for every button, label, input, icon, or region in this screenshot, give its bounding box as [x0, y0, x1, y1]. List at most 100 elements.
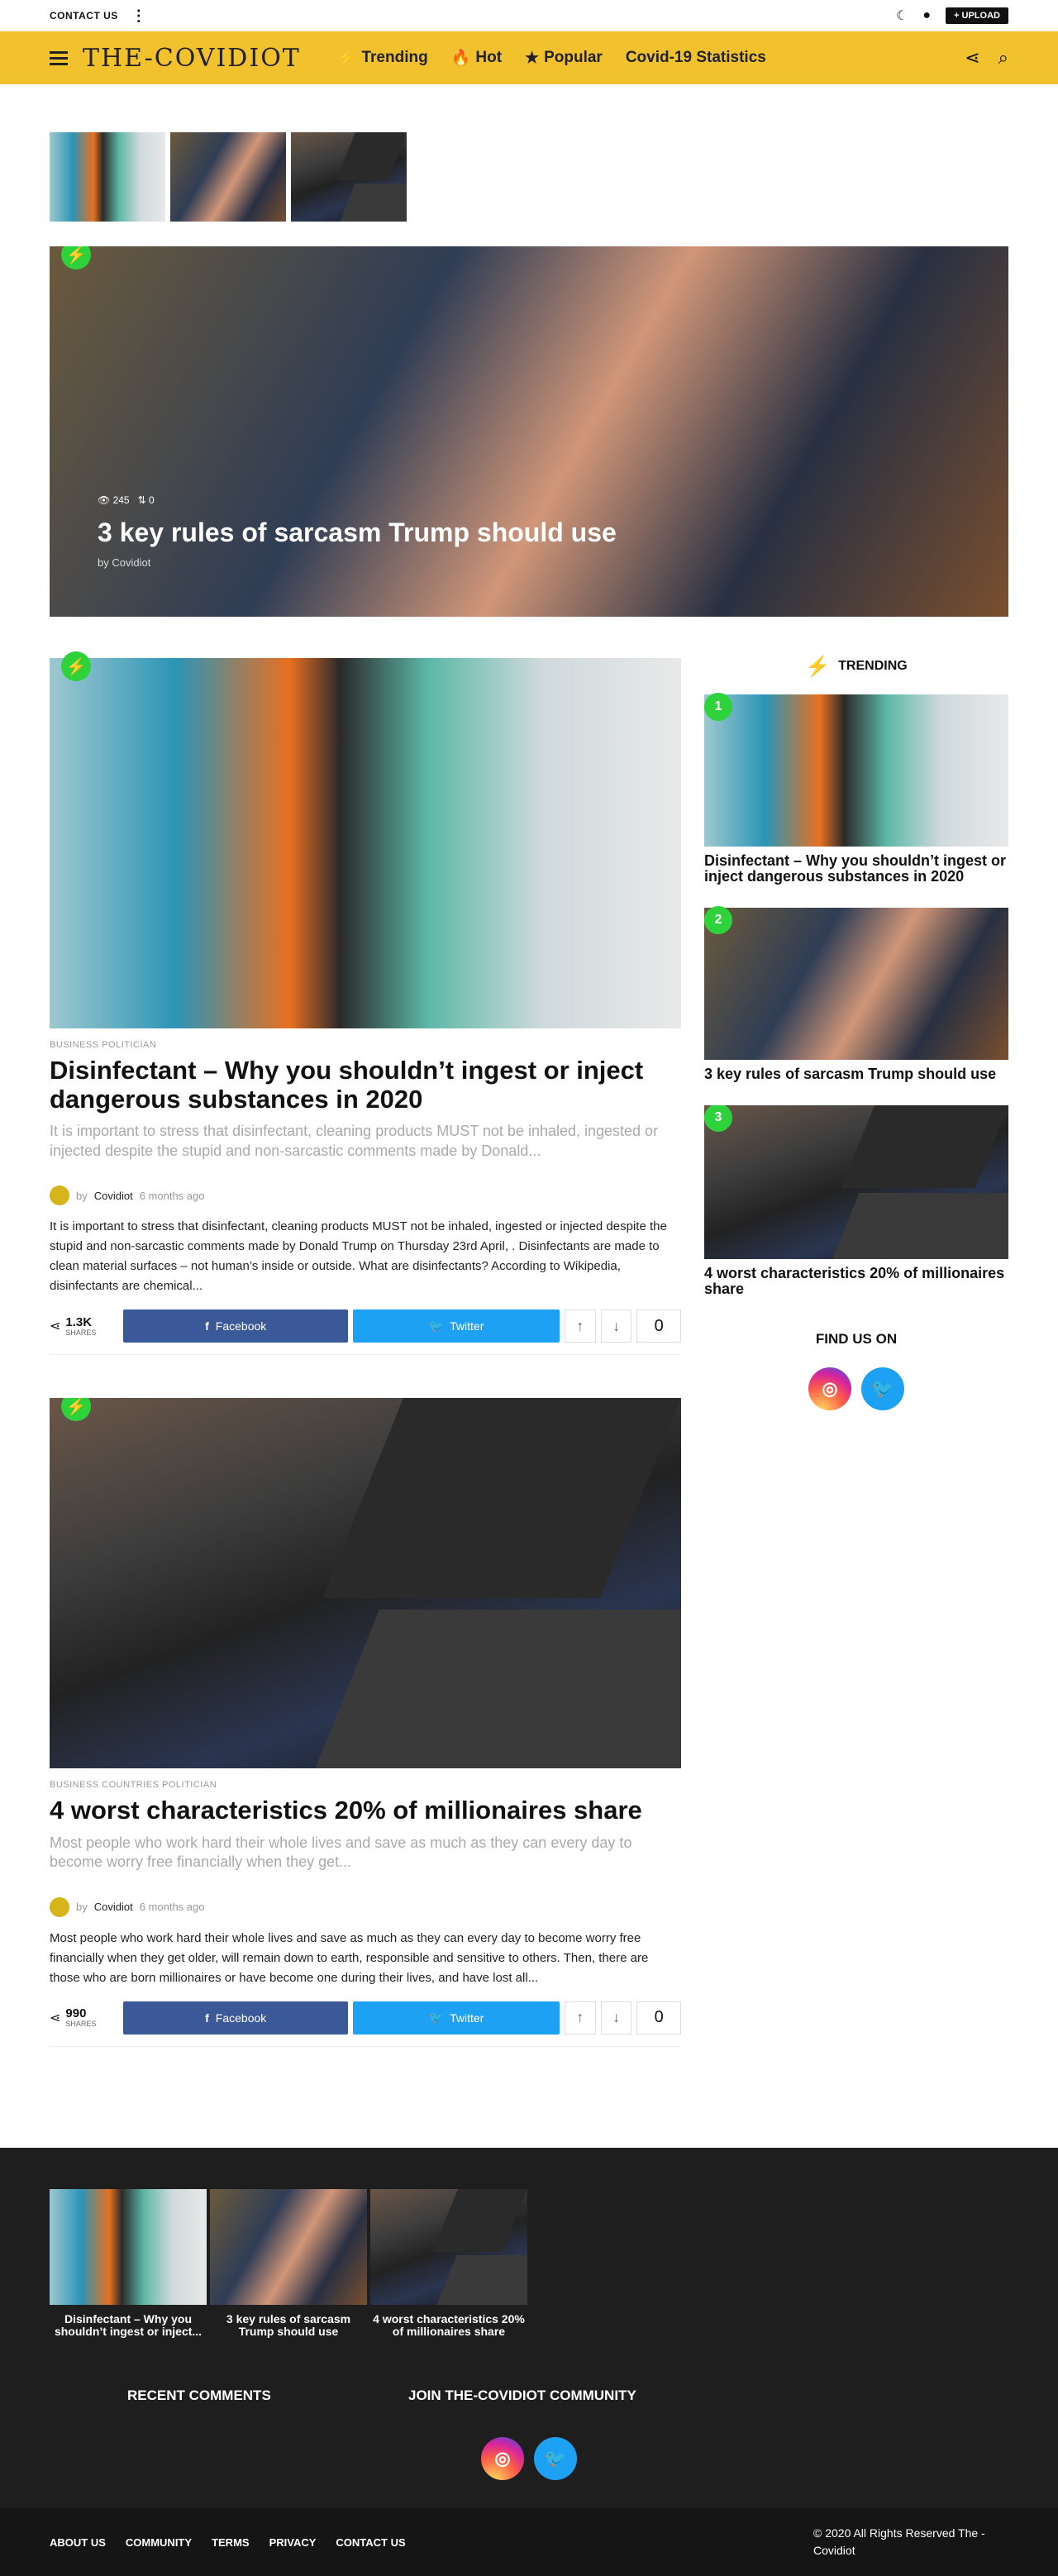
search-icon[interactable]: ⌕ — [998, 47, 1008, 69]
post-title[interactable]: 4 worst characteristics 20% of millionai… — [50, 1796, 681, 1825]
user-icon[interactable]: ● — [922, 8, 931, 23]
post-excerpt: Most people who work hard their whole li… — [50, 1834, 632, 1871]
twitter-label: Twitter — [450, 2011, 484, 2025]
avatar[interactable] — [50, 1185, 69, 1206]
post-author[interactable]: Covidiot — [94, 1901, 133, 1913]
share-row: ⋖ 1.3K SHARES f Facebook 🐦 Twitter ↑ ↓ 0 — [50, 1309, 681, 1356]
post-excerpt: It is important to stress that disinfect… — [50, 1123, 659, 1159]
upvote-button[interactable]: ↑ — [565, 1309, 596, 1343]
instagram-icon[interactable]: ◎ — [808, 1367, 851, 1411]
post-body: Most people who work hard their whole li… — [50, 1930, 649, 1985]
nav-popular-label: Popular — [544, 49, 603, 66]
views-icon: 👁 — [98, 494, 111, 506]
trending-item[interactable]: 2 3 key rules of sarcasm Trump should us… — [704, 905, 1008, 1082]
twitter-icon[interactable]: 🐦 — [861, 1367, 904, 1411]
instagram-icon[interactable]: ◎ — [481, 2437, 524, 2480]
privacy-link[interactable]: PRIVACY — [269, 2536, 317, 2549]
twitter-share-button[interactable]: 🐦 Twitter — [353, 2001, 560, 2035]
upload-label: UPLOAD — [961, 10, 1000, 21]
footer-post-title[interactable]: 3 key rules of sarcasm Trump should use — [210, 2312, 367, 2339]
footer-post-image[interactable] — [370, 2189, 527, 2305]
contact-us-link[interactable]: CONTACT US — [336, 2536, 405, 2549]
footer-post-image[interactable] — [50, 2189, 207, 2305]
menu-icon[interactable] — [50, 50, 68, 65]
share-icon: ⋖ — [50, 2011, 61, 2025]
join-community-heading: JOIN THE-COVIDIOT COMMUNITY — [408, 2388, 636, 2403]
more-options-icon[interactable]: ⋮ — [131, 8, 146, 23]
trending-badge-icon: ⚡ — [61, 1398, 91, 1422]
post-image[interactable]: ⚡ — [50, 1398, 681, 1769]
facebook-share-button[interactable]: f Facebook — [123, 1309, 349, 1343]
community-link[interactable]: COMMUNITY — [126, 2536, 192, 2549]
thumb-disinfectant[interactable] — [50, 132, 165, 222]
post-list: ⚡ BUSINESS POLITICIAN Disinfectant – Why… — [50, 651, 681, 2047]
post-categories[interactable]: BUSINESS POLITICIAN — [50, 1040, 681, 1050]
avatar[interactable] — [50, 1896, 69, 1917]
twitter-icon[interactable]: 🐦 — [534, 2437, 577, 2480]
star-icon: ★ — [525, 49, 540, 67]
trending-badge-icon: ⚡ — [61, 651, 91, 681]
trending-image[interactable]: 2 — [704, 905, 1008, 1060]
downvote-button[interactable]: ↓ — [600, 1309, 632, 1343]
main-nav: THE-COVIDIOT ⚡ Trending 🔥 Hot ★ Popular Cov… — [0, 31, 1058, 84]
trending-title[interactable]: Disinfectant – Why you shouldn’t ingest … — [704, 853, 1008, 885]
shares-icon: ⇅ — [137, 494, 146, 506]
footer-thumbnails: Disinfectant – Why you shouldn’t ingest … — [50, 2189, 527, 2339]
nav-trending-label: Trending — [361, 49, 428, 66]
footer-post[interactable]: 3 key rules of sarcasm Trump should use — [210, 2189, 367, 2339]
social-links: ◎ 🐦 — [704, 1367, 1008, 1411]
facebook-icon: f — [205, 2011, 209, 2025]
trending-title[interactable]: 4 worst characteristics 20% of millionai… — [704, 1265, 1008, 1297]
rank-badge: 2 — [704, 905, 732, 934]
nav-hot[interactable]: 🔥 Hot — [451, 48, 502, 68]
nav-hot-label: Hot — [475, 49, 503, 66]
trending-heading: ⚡ TRENDING — [704, 650, 1008, 683]
post-time: 6 months ago — [139, 1901, 205, 1914]
facebook-share-button[interactable]: f Facebook — [123, 2001, 349, 2035]
post-title[interactable]: Disinfectant – Why you shouldn’t ingest … — [50, 1056, 681, 1114]
upload-button[interactable]: + UPLOAD — [946, 7, 1008, 24]
twitter-label: Twitter — [450, 1319, 484, 1333]
hero-title[interactable]: 3 key rules of sarcasm Trump should use — [98, 518, 617, 548]
contact-us-link[interactable]: CONTACT US — [50, 10, 118, 21]
twitter-share-button[interactable]: 🐦 Twitter — [353, 1309, 560, 1343]
footer-post[interactable]: 4 worst characteristics 20% of millionai… — [370, 2189, 527, 2339]
hero-author[interactable]: Covidiot — [112, 556, 150, 569]
nav-trending[interactable]: ⚡ Trending — [337, 48, 428, 68]
trending-item[interactable]: 1 Disinfectant – Why you shouldn’t inges… — [704, 693, 1008, 885]
trending-image[interactable]: 3 — [704, 1104, 1008, 1259]
about-us-link[interactable]: ABOUT US — [50, 2536, 106, 2549]
footer-post[interactable]: Disinfectant – Why you shouldn’t ingest … — [50, 2189, 207, 2339]
footer-post-image[interactable] — [210, 2189, 367, 2305]
nav-covid-stats[interactable]: Covid-19 Statistics — [626, 49, 766, 67]
trending-title[interactable]: 3 key rules of sarcasm Trump should use — [704, 1066, 1008, 1082]
thumb-trump[interactable] — [170, 132, 286, 222]
share-count: 1.3K — [65, 1314, 93, 1329]
footer-post-title[interactable]: Disinfectant – Why you shouldn’t ingest … — [50, 2312, 207, 2339]
downvote-button[interactable]: ↓ — [600, 2001, 632, 2035]
rank-badge: 3 — [704, 1104, 732, 1132]
hero-shares: 0 — [149, 494, 155, 506]
terms-link[interactable]: TERMS — [212, 2536, 250, 2549]
facebook-label: Facebook — [215, 2011, 267, 2025]
hero-post[interactable]: ⚡ 👁 245 ⇅ 0 3 key rules of sarcasm Trump… — [50, 246, 1008, 617]
trending-image[interactable]: 1 — [704, 693, 1008, 847]
post-categories[interactable]: BUSINESS COUNTRIES POLITICIAN — [50, 1780, 681, 1790]
trending-item[interactable]: 3 4 worst characteristics 20% of million… — [704, 1104, 1008, 1297]
hero-by: by — [98, 556, 109, 569]
dark-mode-icon[interactable]: ☾ — [896, 7, 908, 24]
nav-popular[interactable]: ★ Popular — [525, 49, 603, 68]
share-count: 990 — [65, 2006, 87, 2021]
site-logo[interactable]: THE-COVIDIOT — [83, 44, 301, 73]
thumb-millionaires[interactable] — [291, 132, 407, 222]
featured-thumbnails — [50, 132, 407, 222]
find-us-heading: FIND US ON — [815, 1331, 898, 1348]
footer-post-title[interactable]: 4 worst characteristics 20% of millionai… — [370, 2312, 527, 2339]
share-label: SHARES — [65, 2020, 97, 2029]
post-author[interactable]: Covidiot — [94, 1190, 133, 1202]
vote-count: 0 — [636, 1309, 681, 1343]
upvote-button[interactable]: ↑ — [565, 2001, 596, 2035]
share-icon[interactable]: ⋖ — [965, 47, 979, 69]
post-by: by — [76, 1189, 88, 1202]
post-image[interactable]: ⚡ — [50, 651, 681, 1028]
